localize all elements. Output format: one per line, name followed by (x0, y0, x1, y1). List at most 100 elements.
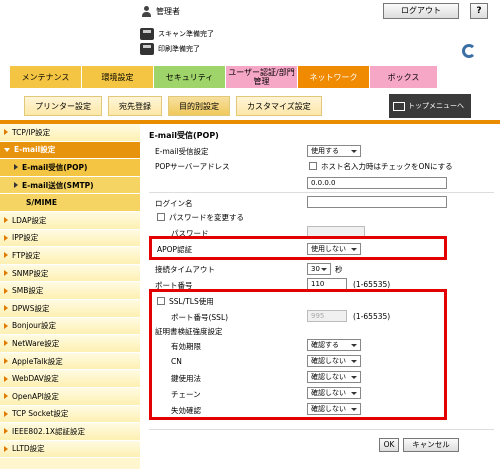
ssl-port-input[interactable]: 995 (307, 310, 347, 322)
chevron-right-icon (4, 410, 8, 417)
page-title: E-mail受信(POP) (149, 131, 219, 140)
chevron-right-icon (4, 445, 8, 452)
sidebar: TCP/IP設定 E-mail設定 E-mail受信(POP) E-mail送信… (0, 124, 140, 469)
sidebar-item-email[interactable]: E-mail設定 (0, 141, 140, 160)
logout-button[interactable]: ログアウト (383, 3, 459, 19)
chevron-right-icon (4, 358, 8, 365)
subtab-address[interactable]: 宛先登録 (108, 96, 162, 116)
change-password-label: パスワードを変更する (169, 213, 244, 222)
timeout-unit: 秒 (335, 265, 343, 274)
main-tabs: メンテナンス 環境設定 セキュリティ ユーザー認証/部門管理 ネットワーク ボッ… (10, 66, 438, 88)
login-input[interactable] (307, 196, 447, 208)
divider (149, 429, 494, 430)
sidebar-item-ftp[interactable]: FTP設定 (0, 247, 140, 265)
chevron-right-icon (4, 287, 8, 294)
cert-revocation-select[interactable]: 確認しない (307, 403, 361, 415)
pop-setting-label: E-mail受信設定 (155, 147, 209, 156)
tab-maintenance[interactable]: メンテナンス (10, 66, 82, 88)
sidebar-item-appletalk[interactable]: AppleTalk設定 (0, 352, 140, 371)
ssl-label: SSL/TLS使用 (169, 297, 214, 306)
pop-server-label: POPサーバーアドレス (155, 162, 230, 171)
sidebar-item-netware[interactable]: NetWare設定 (0, 335, 140, 353)
sidebar-item-tcp-socket[interactable]: TCP Socket設定 (0, 405, 140, 424)
cert-chain-select[interactable]: 確認しない (307, 387, 361, 399)
chevron-right-icon (14, 164, 18, 171)
chevron-right-icon (4, 217, 8, 224)
chevron-right-icon (4, 270, 8, 277)
sidebar-item-dpws[interactable]: DPWS設定 (0, 299, 140, 318)
chevron-right-icon (4, 234, 8, 241)
chevron-right-icon (4, 393, 8, 400)
help-button[interactable]: ? (470, 3, 488, 19)
chevron-right-icon (4, 428, 8, 435)
cert-cn-select[interactable]: 確認しない (307, 355, 361, 367)
sidebar-item-smime[interactable]: S/MIME (0, 194, 140, 212)
top-menu-button[interactable]: トップメニューへ (389, 94, 471, 118)
port-range: (1-65535) (353, 280, 391, 289)
timeout-select[interactable]: 30 (307, 263, 331, 275)
tab-environment[interactable]: 環境設定 (82, 66, 154, 88)
scanner-icon (140, 28, 154, 40)
cancel-button[interactable]: キャンセル (403, 438, 459, 452)
sidebar-item-openapi[interactable]: OpenAPI設定 (0, 387, 140, 406)
chevron-right-icon (4, 252, 8, 259)
user-icon (141, 6, 152, 17)
sidebar-item-email-pop[interactable]: E-mail受信(POP) (0, 159, 140, 177)
menu-icon (393, 101, 405, 111)
header: 管理者 ログアウト ? スキャン準備完了 印刷準備完了 (0, 0, 500, 62)
hostname-checkbox[interactable] (309, 162, 317, 170)
sidebar-item-ipp[interactable]: IPP設定 (0, 229, 140, 248)
print-status: 印刷準備完了 (140, 43, 200, 55)
pop-setting-select[interactable]: 使用する (307, 145, 361, 157)
chevron-down-icon (4, 147, 10, 152)
sidebar-item-ldap[interactable]: LDAP設定 (0, 211, 140, 230)
sidebar-item-ieee8021x[interactable]: IEEE802.1X認証設定 (0, 423, 140, 441)
divider (149, 192, 494, 193)
printer-icon (140, 43, 154, 55)
cert-cn-label: CN (171, 357, 182, 366)
scan-status: スキャン準備完了 (140, 28, 214, 40)
chevron-right-icon (4, 305, 8, 312)
cert-key-usage-select[interactable]: 確認しない (307, 371, 361, 383)
tab-security[interactable]: セキュリティ (154, 66, 226, 88)
apop-label: APOP認証 (157, 245, 193, 254)
sub-tabs: プリンター設定 宛先登録 目的別設定 カスタマイズ設定 (24, 96, 322, 116)
login-label: ログイン名 (155, 199, 193, 208)
cert-expiry-select[interactable]: 確認する (307, 339, 361, 351)
subtab-purpose[interactable]: 目的別設定 (168, 96, 230, 116)
tab-network[interactable]: ネットワーク (298, 66, 370, 88)
sidebar-item-snmp[interactable]: SNMP設定 (0, 264, 140, 283)
chevron-right-icon (4, 322, 8, 329)
sidebar-item-bonjour[interactable]: Bonjour設定 (0, 317, 140, 336)
chevron-right-icon (4, 340, 8, 347)
sidebar-item-webdav[interactable]: WebDAV設定 (0, 370, 140, 388)
change-password-checkbox[interactable] (157, 213, 165, 221)
timeout-label: 接続タイムアウト (155, 265, 215, 274)
tab-box[interactable]: ボックス (370, 66, 438, 88)
apop-select[interactable]: 使用しない (307, 243, 361, 255)
chevron-right-icon (4, 129, 8, 136)
pop-server-input[interactable]: 0.0.0.0 (307, 177, 447, 189)
sidebar-item-tcpip[interactable]: TCP/IP設定 (0, 124, 140, 142)
cert-strength-label: 証明書検証強度設定 (155, 327, 223, 336)
cert-chain-label: チェーン (171, 390, 201, 399)
user-name: 管理者 (156, 7, 180, 16)
cert-expiry-label: 有効期限 (171, 342, 201, 351)
refresh-icon[interactable] (462, 44, 476, 58)
sidebar-item-smb[interactable]: SMB設定 (0, 282, 140, 300)
subtab-customize[interactable]: カスタマイズ設定 (236, 96, 322, 116)
chevron-right-icon (4, 375, 8, 382)
hostname-hint: ホスト名入力時はチェックをONにする (321, 162, 453, 171)
cert-key-usage-label: 鍵使用法 (171, 374, 201, 383)
ssl-port-label: ポート番号(SSL) (171, 313, 229, 322)
ok-button[interactable]: OK (379, 438, 399, 452)
subtab-printer[interactable]: プリンター設定 (24, 96, 102, 116)
sidebar-item-email-smtp[interactable]: E-mail送信(SMTP) (0, 176, 140, 195)
sidebar-item-lltd[interactable]: LLTD設定 (0, 440, 140, 459)
user-info: 管理者 (141, 6, 180, 17)
chevron-right-icon (14, 182, 18, 189)
tab-user-auth[interactable]: ユーザー認証/部門管理 (226, 66, 298, 88)
cert-revocation-label: 失効確認 (171, 406, 201, 415)
ssl-port-range: (1-65535) (353, 312, 391, 321)
ssl-checkbox[interactable] (157, 297, 165, 305)
